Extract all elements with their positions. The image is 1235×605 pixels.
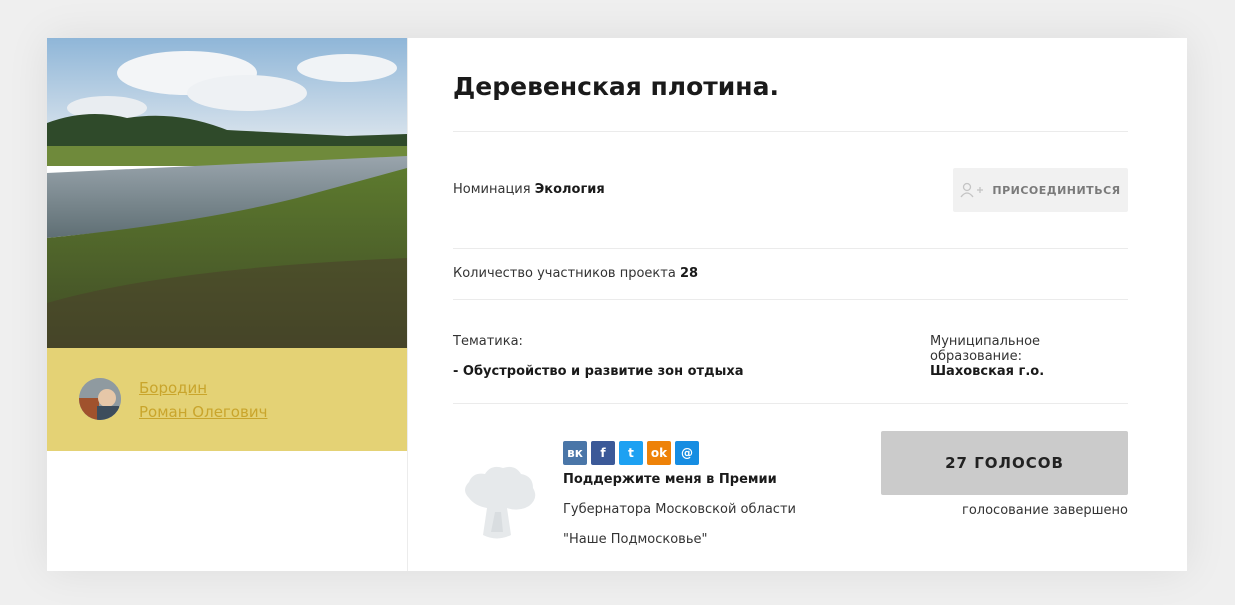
municipality-value: Шаховская г.о. xyxy=(930,364,1045,379)
social-share-bar: вк f t ok @ xyxy=(563,441,699,465)
vote-status: голосование завершено xyxy=(962,503,1128,518)
participants-count: 28 xyxy=(679,266,699,281)
mailru-icon[interactable]: @ xyxy=(675,441,699,465)
votes-button[interactable]: 27 ГОЛОСОВ xyxy=(881,431,1128,495)
author-avatar[interactable] xyxy=(79,378,121,420)
divider xyxy=(453,299,1128,300)
add-user-icon xyxy=(960,182,984,198)
author-last-name-link[interactable]: Бородин xyxy=(139,376,267,400)
nomination-value: Экология xyxy=(534,182,605,197)
left-panel: Бородин Роман Олегович xyxy=(47,38,408,571)
support-line-2: Губернатора Московской области xyxy=(563,502,796,517)
nomination-row: Номинация Экология xyxy=(453,182,605,197)
author-block: Бородин Роман Олегович xyxy=(47,348,407,451)
participants-row: Количество участников проекта 28 xyxy=(453,266,698,281)
page-title: Деревенская плотина. xyxy=(453,72,779,101)
twitter-icon[interactable]: t xyxy=(619,441,643,465)
municipality-label: Муниципальное образование: xyxy=(930,334,1041,364)
join-button-label: ПРИСОЕДИНИТЬСЯ xyxy=(992,183,1121,197)
author-first-name-link[interactable]: Роман Олегович xyxy=(139,400,267,424)
nashe-podmoskovie-logo xyxy=(453,460,543,545)
author-name[interactable]: Бородин Роман Олегович xyxy=(139,376,267,424)
project-photo xyxy=(47,38,407,348)
avatar-image xyxy=(79,378,121,420)
support-line-3: "Наше Подмосковье" xyxy=(563,532,708,547)
facebook-icon[interactable]: f xyxy=(591,441,615,465)
right-panel: Деревенская плотина. Номинация Экология … xyxy=(453,38,1128,571)
tree-logo-icon xyxy=(465,466,536,539)
join-button[interactable]: ПРИСОЕДИНИТЬСЯ xyxy=(953,168,1128,212)
odnoklassniki-icon[interactable]: ok xyxy=(647,441,671,465)
theme-label: Тематика: xyxy=(453,334,523,349)
divider xyxy=(453,403,1128,404)
divider xyxy=(453,131,1128,132)
nomination-label: Номинация xyxy=(453,182,531,197)
theme-value: - Обустройство и развитие зон отдыха xyxy=(453,364,744,379)
support-headline: Поддержите меня в Премии xyxy=(563,472,777,487)
participants-label: Количество участников проекта xyxy=(453,266,676,281)
project-card: Бородин Роман Олегович Деревенская плоти… xyxy=(47,38,1187,571)
divider xyxy=(453,248,1128,249)
vk-icon[interactable]: вк xyxy=(563,441,587,465)
landscape-image xyxy=(47,38,407,348)
